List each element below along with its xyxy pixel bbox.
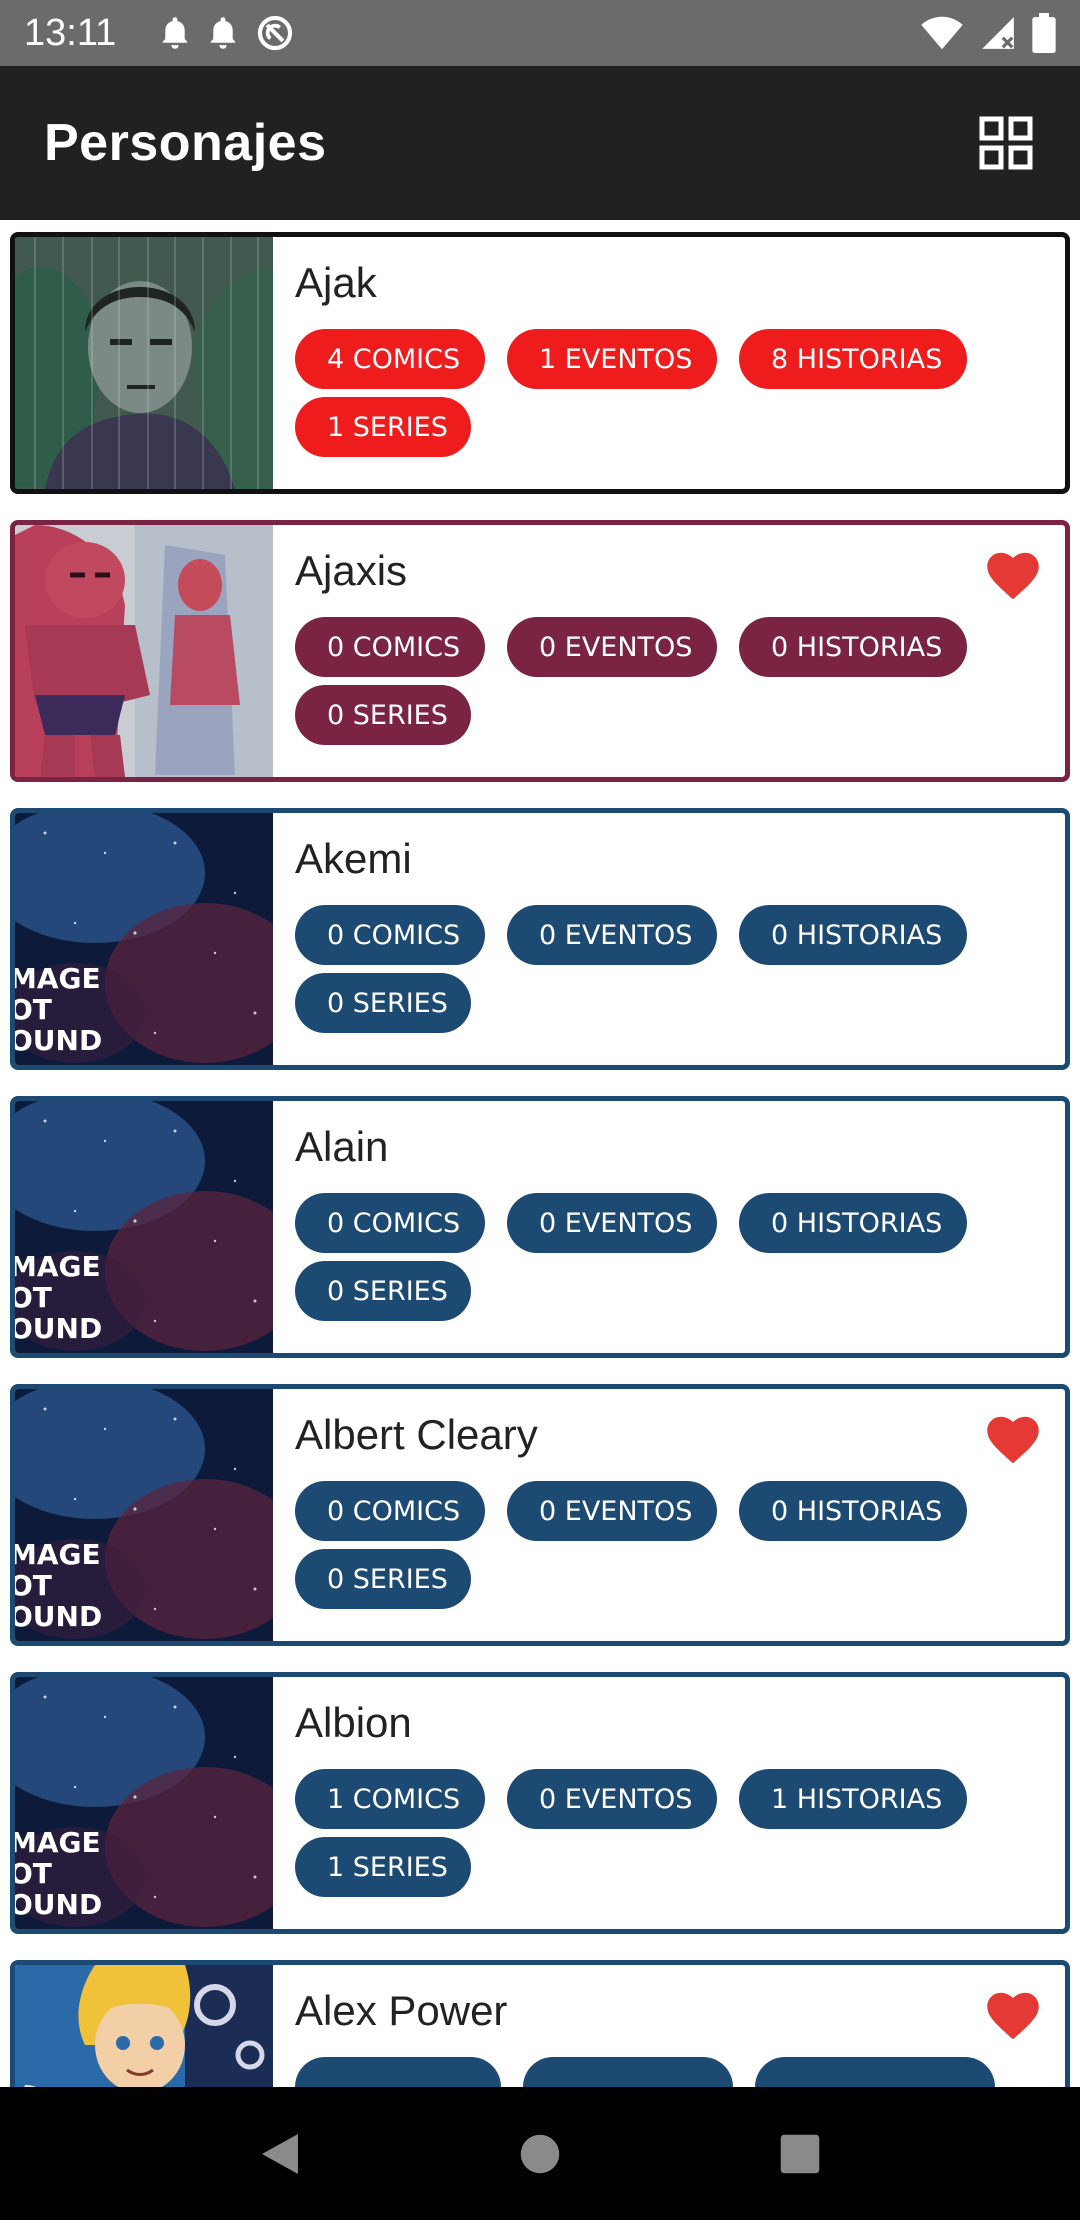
series-chip[interactable]: 0 SERIES <box>295 685 471 745</box>
stats-chips: 0 COMICS 0 EVENTOS 0 HISTORIAS 0 SERIES <box>295 905 995 1033</box>
character-name: Ajaxis <box>295 547 408 594</box>
home-icon <box>520 2134 560 2173</box>
character-card[interactable]: MAGE OT OUND Albert Cleary 0 COMICS 0 EV… <box>10 1384 1070 1646</box>
back-icon <box>262 2133 298 2174</box>
character-card[interactable]: Alex Power <box>10 1960 1070 2087</box>
comics-chip[interactable]: 1 COMICS <box>295 1769 485 1829</box>
series-chip[interactable]: 1 SERIES <box>295 397 471 457</box>
app-bar: Personajes <box>0 66 1080 220</box>
card-body: Ajak 4 COMICS 1 EVENTOS 8 HISTORIAS 1 SE… <box>273 237 1065 489</box>
eventos-chip[interactable]: 0 EVENTOS <box>507 1481 717 1541</box>
thumb-text: OUND <box>15 1888 102 1921</box>
home-button[interactable] <box>510 2124 570 2184</box>
status-time: 13:11 <box>24 11 117 54</box>
comics-chip[interactable]: 0 COMICS <box>295 1481 485 1541</box>
favorite-heart-icon[interactable] <box>983 545 1043 601</box>
character-thumbnail: MAGE OT OUND <box>15 1389 273 1641</box>
comics-chip[interactable]: 4 COMICS <box>295 329 485 389</box>
card-body: Akemi 0 COMICS 0 EVENTOS 0 HISTORIAS 0 S… <box>273 813 1065 1065</box>
character-thumbnail <box>15 525 273 777</box>
historias-chip[interactable]: 0 HISTORIAS <box>739 617 967 677</box>
character-card[interactable]: Ajaxis 0 COMICS 0 EVENTOS 0 HISTORIAS 0 … <box>10 520 1070 782</box>
thumb-text: OUND <box>15 1600 102 1633</box>
character-name: Albert Cleary <box>295 1411 538 1458</box>
historias-chip[interactable]: 8 HISTORIAS <box>739 329 967 389</box>
system-nav-bar <box>0 2087 1080 2220</box>
system-icons <box>920 13 1056 53</box>
stats-chips <box>295 2057 995 2087</box>
card-body: Albion 1 COMICS 0 EVENTOS 1 HISTORIAS 1 … <box>273 1677 1065 1929</box>
eventos-chip[interactable]: 0 EVENTOS <box>507 905 717 965</box>
eventos-chip[interactable]: 0 EVENTOS <box>507 617 717 677</box>
sync-off-icon <box>258 15 293 51</box>
character-thumbnail <box>15 237 273 489</box>
thumb-text: OUND <box>15 1312 102 1345</box>
thumb-text: MAGE <box>15 962 101 995</box>
character-thumbnail: MAGE OT OUND <box>15 1677 273 1929</box>
card-body: Albert Cleary 0 COMICS 0 EVENTOS 0 HISTO… <box>273 1389 1065 1641</box>
thumb-text: OT <box>15 1569 52 1602</box>
card-body: Alex Power <box>273 1965 1065 2087</box>
series-chip[interactable]: 1 SERIES <box>295 1837 471 1897</box>
favorite-heart-icon[interactable] <box>983 1985 1043 2041</box>
character-card[interactable]: MAGE OT OUND Alain 0 COMICS 0 EVENTOS 0 … <box>10 1096 1070 1358</box>
wifi-icon <box>921 16 963 50</box>
character-name: Ajak <box>295 259 377 306</box>
thumb-text: OUND <box>15 1024 102 1057</box>
back-button[interactable] <box>250 2124 310 2184</box>
thumb-text: OT <box>15 1281 52 1314</box>
character-card[interactable]: MAGE OT OUND Akemi 0 COMICS 0 EVENTOS 0 … <box>10 808 1070 1070</box>
character-name: Alain <box>295 1123 389 1170</box>
recents-button[interactable] <box>770 2124 830 2184</box>
character-thumbnail <box>15 1965 273 2087</box>
comics-chip[interactable] <box>295 2057 501 2087</box>
historias-chip[interactable]: 1 HISTORIAS <box>739 1769 967 1829</box>
signal-icon <box>982 17 1014 49</box>
historias-chip[interactable]: 0 HISTORIAS <box>739 1193 967 1253</box>
series-chip[interactable]: 0 SERIES <box>295 973 471 1033</box>
stats-chips: 1 COMICS 0 EVENTOS 1 HISTORIAS 1 SERIES <box>295 1769 995 1897</box>
bell-icon <box>163 17 188 49</box>
historias-chip[interactable]: 0 HISTORIAS <box>739 905 967 965</box>
character-list[interactable]: Ajak 4 COMICS 1 EVENTOS 8 HISTORIAS 1 SE… <box>0 220 1080 2087</box>
comics-chip[interactable]: 0 COMICS <box>295 617 485 677</box>
status-bar: 13:11 <box>0 0 1080 66</box>
character-card[interactable]: MAGE OT OUND Albion 1 COMICS 0 EVENTOS 1… <box>10 1672 1070 1934</box>
grid-view-icon <box>979 116 1033 170</box>
card-body: Ajaxis 0 COMICS 0 EVENTOS 0 HISTORIAS 0 … <box>273 525 1065 777</box>
thumb-text: MAGE <box>15 1826 101 1859</box>
eventos-chip[interactable]: 0 EVENTOS <box>507 1193 717 1253</box>
comics-chip[interactable]: 0 COMICS <box>295 905 485 965</box>
thumb-text: MAGE <box>15 1538 101 1571</box>
character-name: Albion <box>295 1699 412 1746</box>
stats-chips: 0 COMICS 0 EVENTOS 0 HISTORIAS 0 SERIES <box>295 1193 995 1321</box>
series-chip[interactable]: 0 SERIES <box>295 1261 471 1321</box>
bell-icon <box>211 17 236 49</box>
character-thumbnail: MAGE OT OUND <box>15 1101 273 1353</box>
stats-chips: 4 COMICS 1 EVENTOS 8 HISTORIAS 1 SERIES <box>295 329 995 457</box>
character-name: Akemi <box>295 835 412 882</box>
eventos-chip[interactable] <box>523 2057 733 2087</box>
comics-chip[interactable]: 0 COMICS <box>295 1193 485 1253</box>
battery-icon <box>1032 13 1056 53</box>
favorite-heart-icon[interactable] <box>983 1409 1043 1465</box>
stats-chips: 0 COMICS 0 EVENTOS 0 HISTORIAS 0 SERIES <box>295 1481 995 1609</box>
eventos-chip[interactable]: 1 EVENTOS <box>507 329 717 389</box>
notification-icons <box>160 14 294 52</box>
thumb-text: OT <box>15 1857 52 1890</box>
thumb-text: OT <box>15 993 52 1026</box>
page-title: Personajes <box>44 114 327 172</box>
grid-view-button[interactable] <box>976 113 1036 173</box>
character-card[interactable]: Ajak 4 COMICS 1 EVENTOS 8 HISTORIAS 1 SE… <box>10 232 1070 494</box>
thumb-text: MAGE <box>15 1250 101 1283</box>
historias-chip[interactable] <box>755 2057 995 2087</box>
series-chip[interactable]: 0 SERIES <box>295 1549 471 1609</box>
eventos-chip[interactable]: 0 EVENTOS <box>507 1769 717 1829</box>
character-thumbnail: MAGE OT OUND <box>15 813 273 1065</box>
character-name: Alex Power <box>295 1987 508 2034</box>
recents-icon <box>780 2134 820 2173</box>
card-body: Alain 0 COMICS 0 EVENTOS 0 HISTORIAS 0 S… <box>273 1101 1065 1353</box>
historias-chip[interactable]: 0 HISTORIAS <box>739 1481 967 1541</box>
stats-chips: 0 COMICS 0 EVENTOS 0 HISTORIAS 0 SERIES <box>295 617 995 745</box>
